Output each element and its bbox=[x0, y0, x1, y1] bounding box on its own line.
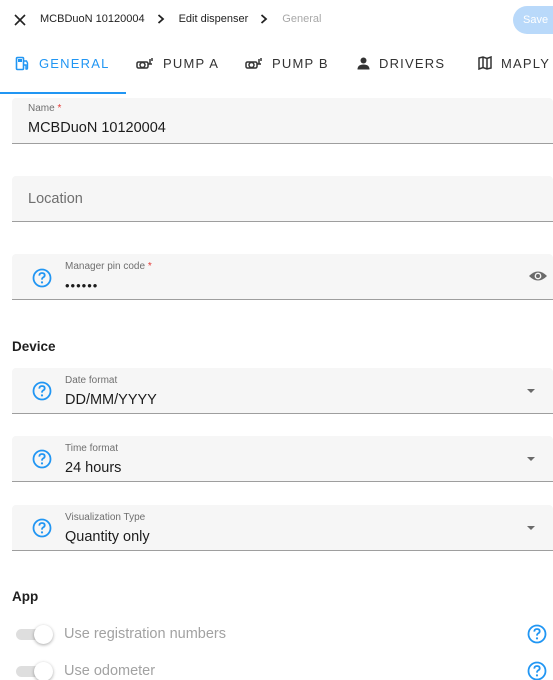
person-icon bbox=[357, 57, 370, 70]
odometer-toggle[interactable] bbox=[34, 662, 53, 680]
tab-pump-a-label: PUMP A bbox=[163, 55, 220, 71]
time-format-label: Time format bbox=[65, 443, 118, 454]
dropdown-arrow-icon[interactable] bbox=[527, 389, 535, 393]
tab-pump-b-label: PUMP B bbox=[272, 55, 329, 71]
toggle-row-registration-numbers: Use registration numbers bbox=[14, 623, 553, 645]
help-icon[interactable] bbox=[527, 624, 547, 644]
help-icon[interactable] bbox=[32, 518, 52, 538]
app-section-title: App bbox=[12, 589, 39, 604]
date-format-select[interactable]: Date format DD/MM/YYYY bbox=[12, 368, 553, 414]
tab-pump-a[interactable]: PUMP A bbox=[136, 44, 219, 82]
help-icon[interactable] bbox=[527, 661, 547, 680]
save-button[interactable]: Save bbox=[513, 6, 553, 34]
breadcrumb-general: General bbox=[282, 13, 322, 25]
location-field[interactable]: Location bbox=[12, 176, 553, 222]
help-icon[interactable] bbox=[32, 268, 52, 288]
map-icon bbox=[478, 56, 492, 70]
device-section-title: Device bbox=[12, 339, 56, 354]
top-bar: MCBDuoN 10120004 Edit dispenser General … bbox=[0, 0, 553, 42]
manager-pin-field[interactable]: Manager pin code * •••••• bbox=[12, 254, 553, 300]
breadcrumb-dispenser[interactable]: MCBDuoN 10120004 bbox=[40, 13, 145, 25]
toggle-row-odometer: Use odometer bbox=[14, 660, 553, 680]
tab-maply-label: MAPLY bbox=[501, 55, 551, 71]
registration-numbers-toggle[interactable] bbox=[34, 625, 53, 644]
breadcrumb: MCBDuoN 10120004 Edit dispenser General bbox=[40, 13, 321, 25]
visualization-type-value[interactable]: Quantity only bbox=[65, 529, 150, 545]
breadcrumb-edit-dispenser[interactable]: Edit dispenser bbox=[179, 13, 249, 25]
pump-icon bbox=[245, 57, 263, 70]
tab-drivers[interactable]: DRIVERS bbox=[357, 44, 445, 82]
dropdown-arrow-icon[interactable] bbox=[527, 526, 535, 530]
chevron-right-icon bbox=[260, 14, 268, 24]
pump-icon bbox=[136, 57, 154, 70]
date-format-label: Date format bbox=[65, 375, 118, 386]
odometer-label: Use odometer bbox=[64, 663, 156, 679]
name-label: Name * bbox=[28, 103, 62, 114]
gas-station-icon bbox=[15, 56, 30, 71]
name-value[interactable]: MCBDuoN 10120004 bbox=[28, 120, 166, 136]
name-field[interactable]: Name * MCBDuoN 10120004 bbox=[12, 98, 553, 144]
tab-general-label: GENERAL bbox=[39, 55, 110, 71]
visualization-type-label: Visualization Type bbox=[65, 512, 146, 523]
tab-bar: GENERAL PUMP A PUMP B DRIVERS MAPLY bbox=[0, 44, 553, 82]
date-format-value[interactable]: DD/MM/YYYY bbox=[65, 392, 157, 408]
location-placeholder[interactable]: Location bbox=[28, 191, 83, 207]
visualization-type-select[interactable]: Visualization Type Quantity only bbox=[12, 505, 553, 551]
tab-general[interactable]: GENERAL bbox=[15, 44, 110, 82]
help-icon[interactable] bbox=[32, 381, 52, 401]
close-icon[interactable] bbox=[12, 12, 28, 28]
eye-icon[interactable] bbox=[528, 269, 548, 288]
active-tab-indicator bbox=[0, 92, 126, 94]
time-format-value[interactable]: 24 hours bbox=[65, 460, 121, 476]
tab-drivers-label: DRIVERS bbox=[379, 55, 446, 71]
manager-pin-value[interactable]: •••••• bbox=[65, 278, 98, 293]
dropdown-arrow-icon[interactable] bbox=[527, 457, 535, 461]
chevron-right-icon bbox=[157, 14, 165, 24]
tab-maply[interactable]: MAPLY bbox=[478, 44, 550, 82]
tab-pump-b[interactable]: PUMP B bbox=[245, 44, 329, 82]
help-icon[interactable] bbox=[32, 449, 52, 469]
manager-pin-label: Manager pin code * bbox=[65, 261, 152, 272]
registration-numbers-label: Use registration numbers bbox=[64, 626, 226, 642]
time-format-select[interactable]: Time format 24 hours bbox=[12, 436, 553, 482]
